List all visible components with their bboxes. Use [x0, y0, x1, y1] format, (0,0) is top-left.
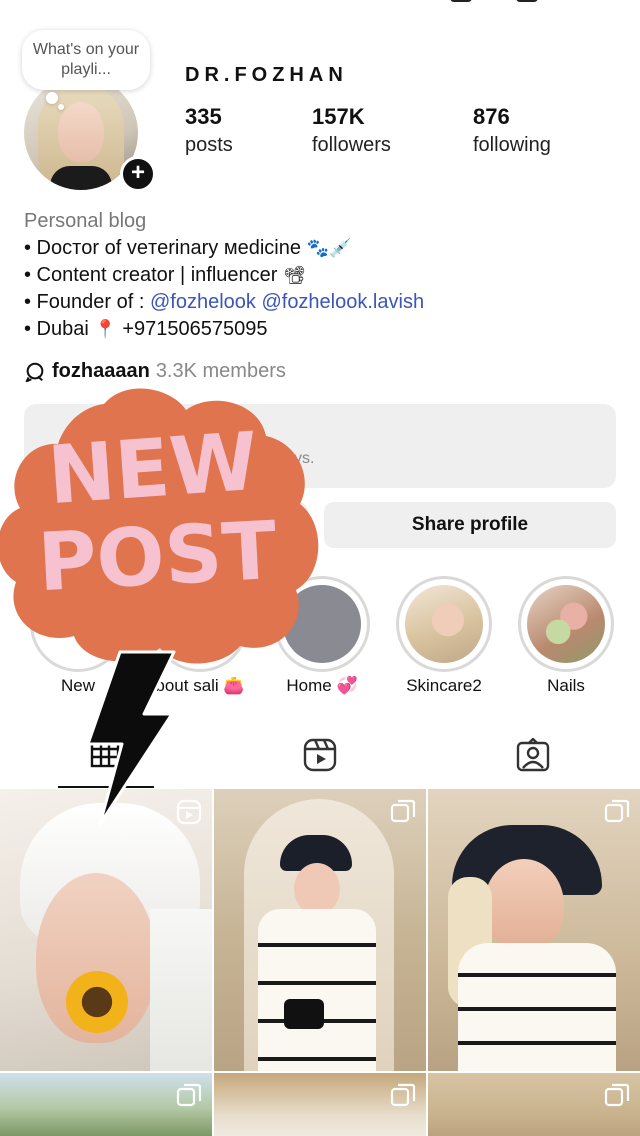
highlight-cover: [405, 585, 483, 663]
note-bubble-tail: [46, 92, 58, 104]
post-thumbnail[interactable]: [428, 1073, 640, 1136]
post-thumbnail[interactable]: [0, 789, 212, 1071]
bio-category: Personal blog: [24, 210, 147, 232]
lightning-bolt-icon: [86, 650, 176, 826]
post-thumbnail[interactable]: [214, 1073, 426, 1136]
post-thumbnail[interactable]: [214, 789, 426, 1071]
profile-avatar-area[interactable]: +: [24, 76, 156, 192]
bio-line-4-prefix: • Dubai: [24, 318, 89, 340]
reels-icon: [303, 738, 337, 772]
pin-emoji: 📍: [94, 319, 117, 340]
carousel-icon: [176, 1083, 202, 1107]
following-stat[interactable]: 876 following: [473, 104, 551, 157]
carousel-icon: [390, 1083, 416, 1107]
paw-syringe-emoji: 🐾💉: [306, 238, 352, 259]
reel-icon: [176, 799, 202, 825]
bio-line: • Doстor of veтerinary мedicine 🐾💉: [24, 235, 624, 262]
note-text: What's on your playli...: [32, 41, 140, 78]
tagged-tab[interactable]: [426, 728, 639, 788]
followers-stat[interactable]: 157K followers: [312, 104, 391, 157]
profile-username: DR.FOZHAN: [185, 64, 348, 86]
bio-line-2: • Content creator | influencer: [24, 264, 278, 286]
carousel-icon: [604, 799, 630, 823]
add-story-icon[interactable]: +: [120, 156, 156, 192]
posts-stat[interactable]: 335 posts: [185, 104, 233, 157]
posts-count: 335: [185, 104, 222, 129]
channel-members: 3.3K members: [155, 360, 286, 382]
bio-link-fozhelook[interactable]: @fozhelook: [150, 291, 256, 313]
bio-line-3-prefix: • Founder of :: [24, 291, 145, 313]
carousel-icon: [390, 799, 416, 823]
profile-bio: Personal blog • Doстor of veтerinary мed…: [24, 208, 624, 343]
broadcast-channel[interactable]: fozhaaaan 3.3K members: [24, 360, 286, 383]
bio-line: • Dubai 📍 +971506575095: [24, 316, 624, 343]
post-thumbnail[interactable]: [428, 789, 640, 1071]
followers-count: 157K: [312, 104, 365, 129]
reels-tab[interactable]: [213, 728, 426, 788]
sticker-line-2: POST: [36, 504, 280, 609]
following-label: following: [473, 134, 551, 156]
highlight-ring: [396, 576, 492, 672]
projector-emoji: 📽: [283, 265, 306, 286]
carousel-icon: [604, 1083, 630, 1107]
note-bubble-tail-small: [58, 104, 64, 110]
followers-label: followers: [312, 134, 391, 156]
tagged-icon: [516, 738, 550, 772]
highlight-cover: [527, 585, 605, 663]
following-count: 876: [473, 104, 510, 129]
share-profile-button[interactable]: Share profile: [324, 502, 616, 548]
bio-line: • Founder of : @fozhelook @fozhelook.lav…: [24, 289, 624, 316]
channel-name: fozhaaaan: [52, 360, 150, 382]
bio-phone[interactable]: +971506575095: [122, 318, 267, 340]
bio-link-fozhelook-lavish[interactable]: @fozhelook.lavish: [261, 291, 424, 313]
bio-line-1: • Doстor of veтerinary мedicine: [24, 237, 301, 259]
highlight-nails[interactable]: Nails: [518, 576, 614, 695]
posts-label: posts: [185, 134, 233, 156]
highlight-skincare2[interactable]: Skincare2: [396, 576, 492, 695]
note-bubble[interactable]: What's on your playli...: [22, 30, 150, 90]
status-bar-remnant: [440, 0, 560, 4]
highlight-ring: [518, 576, 614, 672]
highlight-label: Nails: [547, 676, 585, 695]
channel-icon: [25, 362, 44, 382]
bio-line: • Content creator | influencer 📽: [24, 262, 624, 289]
new-post-sticker: NEW POST: [0, 388, 319, 664]
post-thumbnail[interactable]: [0, 1073, 212, 1136]
